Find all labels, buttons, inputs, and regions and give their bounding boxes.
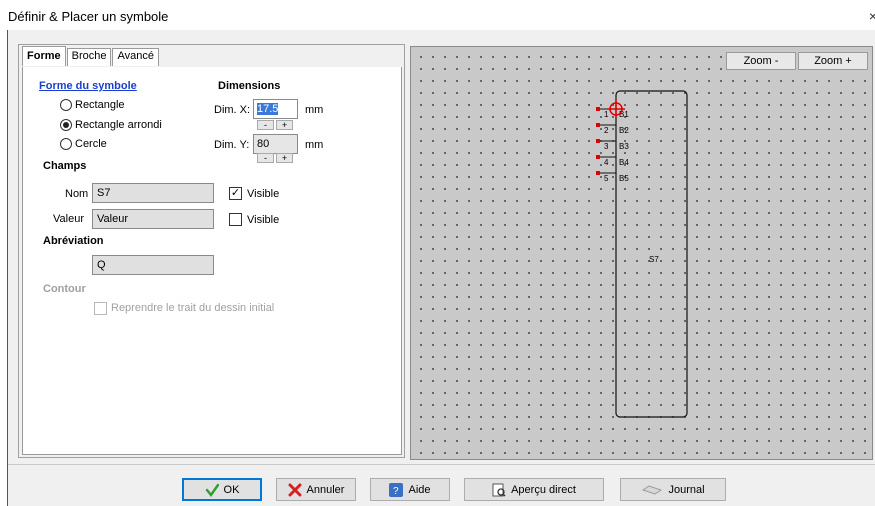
valeur-visible-label: Visible: [247, 214, 280, 226]
dim-y-unit: mm: [305, 139, 324, 151]
dim-y-label: Dim. Y:: [214, 139, 250, 151]
pin-4-name: B4: [619, 158, 629, 167]
radio-rectangle[interactable]: [60, 99, 72, 111]
dim-x-label: Dim. X:: [214, 104, 251, 116]
abreviation-title: Abréviation: [43, 235, 104, 247]
radio-cercle[interactable]: [60, 138, 72, 150]
annuler-button[interactable]: Annuler: [276, 478, 356, 501]
nom-input[interactable]: S7: [92, 183, 214, 203]
pin-4-number: 4: [604, 158, 609, 167]
tab-broche[interactable]: Broche: [66, 48, 112, 66]
dim-y-input[interactable]: 80: [253, 134, 298, 154]
champs-title: Champs: [43, 160, 87, 172]
preview-document-icon: [492, 483, 506, 497]
ok-button[interactable]: OK: [182, 478, 262, 501]
dim-y-plus-button[interactable]: +: [276, 153, 293, 163]
zoom-out-button[interactable]: Zoom -: [726, 52, 796, 70]
pin-3-name: B3: [619, 142, 629, 151]
pin-2-name: B2: [619, 126, 629, 135]
nom-visible-label: Visible: [247, 188, 280, 200]
symbol-body: [615, 90, 688, 418]
nom-visible-checkbox[interactable]: ✓: [229, 187, 242, 200]
symbol-name-label: S7: [649, 255, 659, 264]
abreviation-input[interactable]: Q: [92, 255, 214, 275]
forme-section-title: Forme du symbole: [39, 80, 137, 92]
aide-button[interactable]: ? Aide: [370, 478, 450, 501]
dim-x-input[interactable]: 17.5: [253, 99, 298, 119]
pin-4: 4 B4: [596, 155, 629, 167]
dim-x-unit: mm: [305, 104, 324, 116]
radio-rectangle-arrondi[interactable]: [60, 119, 72, 131]
dim-x-minus-button[interactable]: -: [257, 120, 274, 130]
title-bar: Définir & Placer un symbole ×: [0, 0, 875, 30]
nom-label: Nom: [65, 188, 89, 200]
journal-button-label: Journal: [668, 483, 705, 496]
dim-x-stepper: - +: [257, 120, 293, 130]
dimensions-title: Dimensions: [218, 80, 281, 92]
annuler-button-label: Annuler: [306, 483, 345, 496]
zoom-in-button[interactable]: Zoom +: [798, 52, 868, 70]
dim-y-value: 80: [257, 138, 270, 150]
contour-checkbox-label: Reprendre le trait du dessin initial: [111, 302, 275, 314]
ok-button-label: OK: [223, 483, 240, 496]
valeur-input[interactable]: Valeur: [92, 209, 214, 229]
help-icon: ?: [389, 482, 404, 497]
checkmark-icon: [205, 483, 219, 497]
pin-1-name: B1: [619, 110, 629, 119]
pin-3-number: 3: [604, 142, 609, 151]
pin-2-number: 2: [604, 126, 609, 135]
window-title: Définir & Placer un symbole: [8, 9, 169, 24]
radio-rectangle-label: Rectangle: [75, 99, 125, 111]
radio-rectangle-arrondi-label: Rectangle arrondi: [75, 119, 162, 131]
valeur-visible-checkbox[interactable]: [229, 213, 242, 226]
dim-y-minus-button[interactable]: -: [257, 153, 274, 163]
radio-cercle-label: Cercle: [75, 138, 107, 150]
journal-icon: [641, 483, 663, 497]
svg-text:?: ?: [393, 486, 399, 497]
close-button[interactable]: ×: [869, 8, 875, 24]
dim-x-value: 17.5: [257, 103, 279, 115]
apercu-direct-button[interactable]: Aperçu direct: [464, 478, 604, 501]
contour-checkbox[interactable]: [94, 302, 107, 315]
dim-x-plus-button[interactable]: +: [276, 120, 293, 130]
tab-content-forme: Forme du symbole Rectangle Rectangle arr…: [22, 67, 402, 455]
valeur-label: Valeur: [53, 213, 84, 225]
pin-5-name: B5: [619, 174, 629, 183]
symbol-preview-canvas[interactable]: 1 B1 2 B2 3 B3 4 B4 5 B5 S7: [410, 46, 873, 460]
pin-2: 2 B2: [596, 123, 629, 135]
pin-5: 5 B5: [596, 171, 629, 183]
pin-1-number: 1: [604, 110, 609, 119]
tab-bar: Forme Broche Avancé: [22, 46, 160, 66]
tab-avance[interactable]: Avancé: [112, 48, 159, 66]
journal-button[interactable]: Journal: [620, 478, 726, 501]
pin-3: 3 B3: [596, 139, 629, 151]
cancel-x-icon: [288, 483, 302, 497]
pin-5-number: 5: [604, 174, 609, 183]
footer-separator: [8, 464, 875, 465]
contour-title: Contour: [43, 283, 86, 295]
aide-button-label: Aide: [408, 483, 431, 496]
dim-y-stepper: - +: [257, 153, 293, 163]
apercu-direct-button-label: Aperçu direct: [511, 483, 576, 496]
tab-forme[interactable]: Forme: [22, 46, 66, 66]
symbol-drawing: 1 B1 2 B2 3 B3 4 B4 5 B5 S7: [596, 90, 688, 418]
